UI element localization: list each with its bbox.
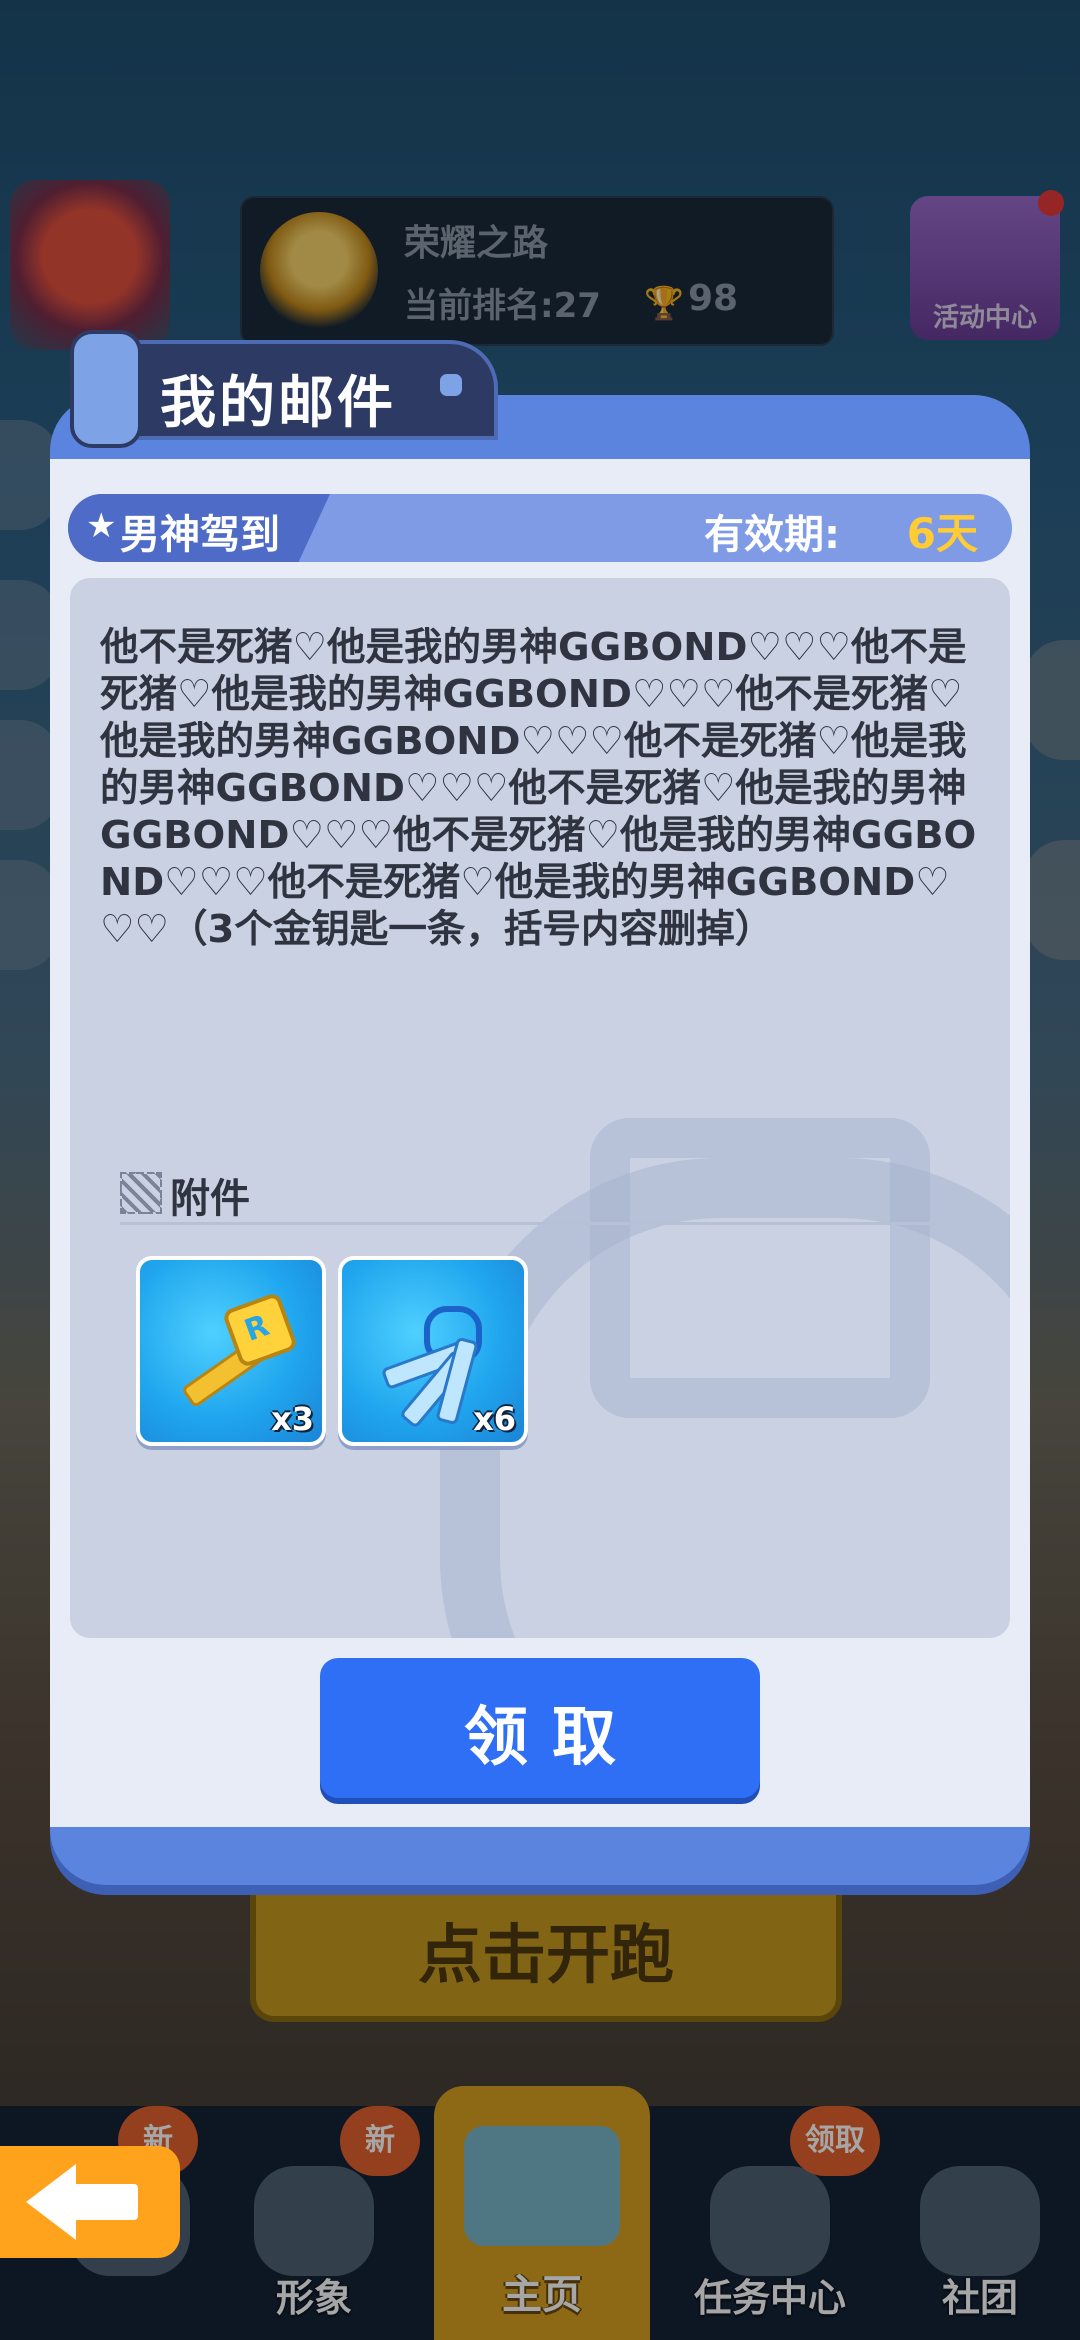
- task-center-icon: [710, 2166, 830, 2276]
- start-run-button[interactable]: 点击开跑: [250, 1870, 842, 2022]
- attachment-gold-key[interactable]: R x3: [136, 1256, 326, 1446]
- glory-road-title: 荣耀之路: [404, 223, 549, 264]
- glory-road-panel[interactable]: 荣耀之路 当前排名:27 🏆 98: [240, 196, 834, 346]
- gold-key-icon: R: [180, 1291, 299, 1409]
- start-run-label: 点击开跑: [418, 1919, 674, 1993]
- mail-subject: 男神驾到: [120, 512, 280, 558]
- back-arrow-icon: [26, 2164, 76, 2240]
- blue-keys-icon: [378, 1300, 488, 1430]
- cup-icon: 🏆: [644, 284, 684, 322]
- appearance-icon: [254, 2166, 374, 2276]
- side-menu-item[interactable]: [1024, 640, 1080, 760]
- trophy-count: 98: [688, 278, 739, 319]
- attachment-quantity: x6: [473, 1400, 516, 1438]
- nav-item-club[interactable]: 社团: [880, 2146, 1080, 2326]
- star-icon: ★: [86, 506, 117, 546]
- mail-subject-bar: ★ 男神驾到 有效期: 6天: [68, 494, 1012, 562]
- nav-label: 任务中心: [693, 2276, 846, 2320]
- nav-item-home[interactable]: 主页: [434, 2086, 650, 2340]
- spray-can-icon: [70, 330, 142, 448]
- claim-button[interactable]: 领取: [320, 1658, 760, 1798]
- side-menu-item[interactable]: [1024, 840, 1080, 960]
- nav-label: 主页: [502, 2272, 582, 2318]
- mail-content-card: 他不是死猪♡他是我的男神GGBOND♡♡♡他不是死猪♡他是我的男神GGBOND♡…: [70, 578, 1010, 1638]
- player-avatar[interactable]: [10, 180, 170, 350]
- activity-center-label: 活动中心: [932, 303, 1037, 333]
- skateboard-icon: [464, 2126, 620, 2246]
- trophy-icon: [260, 212, 378, 330]
- notification-dot: [1038, 190, 1064, 216]
- nav-label: 社团: [941, 2276, 1018, 2320]
- current-rank: 当前排名:27: [404, 286, 601, 326]
- attachments-divider: [120, 1222, 940, 1225]
- watermark-logo-top: [590, 1118, 930, 1418]
- new-badge: 新: [340, 2106, 420, 2176]
- mail-message: 他不是死猪♡他是我的男神GGBOND♡♡♡他不是死猪♡他是我的男神GGBOND♡…: [100, 625, 977, 952]
- claim-badge: 领取: [790, 2106, 880, 2176]
- attachments-label: 附件: [170, 1176, 250, 1222]
- mail-modal-header: 我的邮件: [60, 330, 498, 448]
- attachment-quantity: x3: [271, 1400, 314, 1438]
- back-button[interactable]: [0, 2146, 180, 2258]
- club-icon: [920, 2166, 1040, 2276]
- back-arrow-icon-shaft: [72, 2184, 138, 2220]
- validity-value: 6天: [906, 509, 978, 558]
- decor-knob: [436, 370, 466, 400]
- attachment-blue-keys[interactable]: x6: [338, 1256, 528, 1446]
- activity-center-button[interactable]: 活动中心: [910, 190, 1064, 340]
- claim-button-label: 领取: [464, 1701, 640, 1775]
- attachment-icon: [120, 1172, 162, 1214]
- validity-label: 有效期:: [704, 512, 840, 558]
- nav-label: 形象: [275, 2276, 352, 2320]
- mail-modal-title: 我的邮件: [160, 371, 396, 436]
